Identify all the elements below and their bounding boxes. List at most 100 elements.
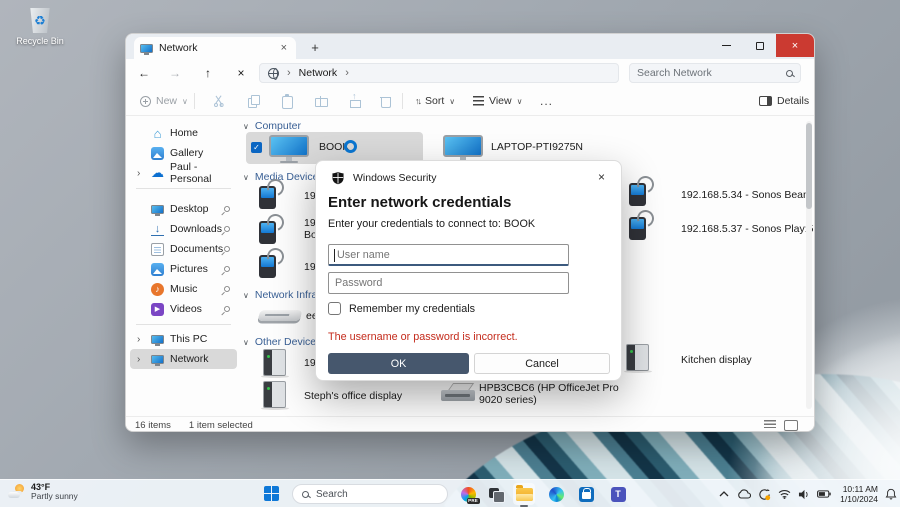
copy-icon[interactable] <box>246 94 260 108</box>
widgets-button[interactable]: 43°F Partly sunny <box>8 482 78 501</box>
new-tab-button[interactable]: + <box>306 39 324 57</box>
sidebar-item-videos[interactable]: ▶ Videos <box>130 299 237 319</box>
item-label-media1[interactable]: 19 <box>304 190 316 202</box>
taskbar-app-copilot[interactable]: PRE <box>457 483 479 505</box>
taskbar-app-edge[interactable] <box>545 483 567 505</box>
item-label-kitchen-display[interactable]: Kitchen display <box>681 354 752 366</box>
username-input[interactable] <box>329 245 568 264</box>
rename-icon[interactable] <box>314 94 328 108</box>
stop-refresh-button[interactable]: × <box>231 63 251 83</box>
item-label-media2-line1[interactable]: 19 <box>304 217 316 229</box>
back-button[interactable]: ← <box>134 63 154 83</box>
item-label-steph-display[interactable]: Steph's office display <box>304 390 402 402</box>
sidebar-item-documents[interactable]: Documents <box>130 239 237 259</box>
tab-network[interactable]: Network × <box>134 37 296 59</box>
recycle-bin-shortcut[interactable]: ♻ Recycle Bin <box>10 8 70 46</box>
ellipsis-icon: ... <box>540 94 553 108</box>
item-label-media3[interactable]: 19 <box>304 261 316 273</box>
sidebar-item-network[interactable]: › Network <box>130 349 237 369</box>
recycle-bin-label: Recycle Bin <box>10 36 70 46</box>
sort-button[interactable]: ↑↓ Sort∨ <box>415 86 455 116</box>
section-other-devices[interactable]: ∨ Other Devices <box>243 336 321 348</box>
large-icons-view-toggle-icon[interactable] <box>784 420 798 431</box>
explorer-search[interactable] <box>629 63 801 83</box>
paste-icon[interactable] <box>280 94 294 108</box>
wifi-icon[interactable] <box>774 480 794 507</box>
item-label-laptop[interactable]: LAPTOP-PTI9275N <box>491 141 583 153</box>
section-media-devices[interactable]: ∨ Media Devices <box>243 171 324 183</box>
taskbar-clock[interactable]: 10:11 AM 1/10/2024 <box>840 484 878 504</box>
view-button[interactable]: View∨ <box>473 86 522 116</box>
up-button[interactable]: ↑ <box>198 63 218 83</box>
sidebar-item-this-pc[interactable]: › This PC <box>130 329 237 349</box>
pin-icon <box>223 305 231 313</box>
scrollbar[interactable] <box>806 121 812 409</box>
breadcrumb-location[interactable]: Network <box>299 67 338 79</box>
taskbar-app-store[interactable] <box>575 483 597 505</box>
explorer-search-input[interactable] <box>637 67 786 79</box>
plus-icon <box>140 96 151 107</box>
search-icon <box>302 491 309 498</box>
dialog-close-icon[interactable]: × <box>594 168 609 186</box>
text-caret <box>334 249 335 262</box>
expand-chevron-icon[interactable]: › <box>137 334 140 345</box>
username-field[interactable] <box>328 244 569 266</box>
item-label-sonos-play[interactable]: 192.168.5.37 - Sonos Play:5 <box>681 223 814 235</box>
delete-icon[interactable] <box>378 94 392 108</box>
cut-icon[interactable] <box>212 94 226 108</box>
item-label-sonos-beam[interactable]: 192.168.5.34 - Sonos Beam <box>681 189 812 201</box>
sidebar-item-music[interactable]: ♪ Music <box>130 279 237 299</box>
dialog-subheading: Enter your credentials to connect to: BO… <box>328 218 535 230</box>
notification-bell-icon[interactable] <box>882 480 900 507</box>
expand-chevron-icon[interactable]: › <box>137 168 140 179</box>
printer-icon <box>441 382 475 404</box>
taskbar-app-file-explorer[interactable] <box>513 483 535 505</box>
minimize-button[interactable] <box>710 34 743 57</box>
ok-button[interactable]: OK <box>328 353 469 374</box>
edge-icon <box>549 487 564 502</box>
close-button[interactable]: × <box>776 34 814 57</box>
file-explorer-icon <box>516 488 533 501</box>
downloads-icon: ↓ <box>151 223 164 236</box>
section-computer[interactable]: ∨ Computer <box>243 120 301 132</box>
start-button[interactable] <box>264 486 279 501</box>
breadcrumb[interactable]: › Network › <box>259 63 619 83</box>
taskbar-app-task-view[interactable] <box>485 483 507 505</box>
details-pane-icon <box>759 96 772 106</box>
maximize-button[interactable] <box>743 34 776 57</box>
volume-icon[interactable] <box>794 480 814 507</box>
sidebar-item-gallery[interactable]: Gallery <box>130 143 237 163</box>
more-options-button[interactable]: ... <box>540 86 553 116</box>
password-input[interactable] <box>329 273 568 293</box>
checkbox-checked-icon[interactable]: ✓ <box>251 142 262 153</box>
onedrive-tray-icon[interactable] <box>734 480 754 507</box>
new-button[interactable]: New∨ <box>140 86 188 116</box>
sidebar-item-downloads[interactable]: ↓ Downloads <box>130 219 237 239</box>
details-pane-button[interactable]: Details <box>759 86 809 116</box>
pin-icon <box>223 225 231 233</box>
taskbar-search-placeholder: Search <box>316 489 348 500</box>
list-view-toggle-icon[interactable] <box>764 420 776 430</box>
item-label-printer[interactable]: HPB3CBC6 (HP OfficeJet Pro 9020 series) <box>479 382 629 406</box>
expand-chevron-icon[interactable]: › <box>137 354 140 365</box>
selection-count: 1 item selected <box>189 420 253 431</box>
item-label-other1[interactable]: 19 <box>304 357 316 369</box>
scrollbar-thumb[interactable] <box>806 123 812 209</box>
taskbar-search[interactable]: Search <box>292 484 448 504</box>
battery-icon[interactable] <box>814 480 834 507</box>
share-icon[interactable] <box>348 94 362 108</box>
password-field[interactable] <box>328 272 569 294</box>
tab-close-icon[interactable]: × <box>278 42 290 54</box>
tray-expand-chevron-icon[interactable] <box>714 480 734 507</box>
sidebar-item-desktop[interactable]: Desktop <box>130 199 237 219</box>
cancel-button[interactable]: Cancel <box>474 353 610 374</box>
sidebar-item-onedrive[interactable]: › ☁ Paul - Personal <box>130 163 237 183</box>
display-device-icon <box>263 381 286 408</box>
sync-update-tray-icon[interactable] <box>754 480 774 507</box>
sidebar-item-pictures[interactable]: Pictures <box>130 259 237 279</box>
gallery-icon <box>151 147 164 160</box>
taskbar-app-teams[interactable]: T <box>607 483 629 505</box>
forward-button[interactable]: → <box>165 63 185 83</box>
sidebar-item-home[interactable]: ⌂ Home <box>130 123 237 143</box>
remember-checkbox[interactable] <box>328 302 341 315</box>
